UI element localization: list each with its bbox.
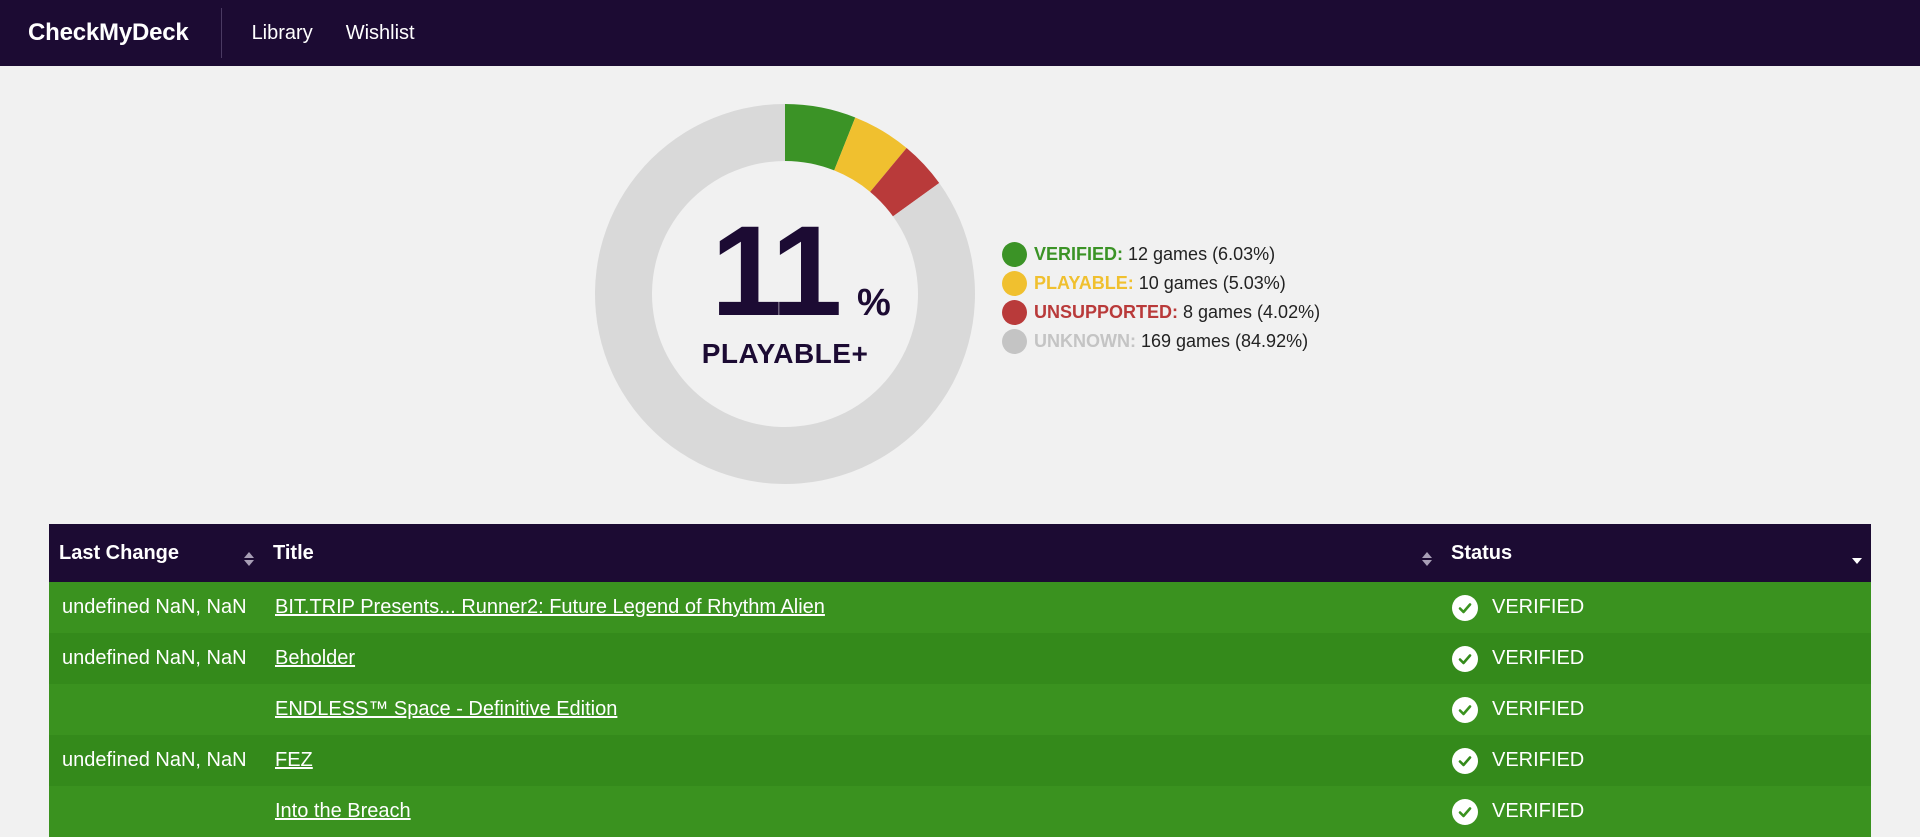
title-cell: ENDLESS™ Space - Definitive Edition bbox=[263, 684, 1441, 735]
legend-value-verified: 12 games (6.03%) bbox=[1128, 244, 1276, 264]
nav-link-wishlist[interactable]: Wishlist bbox=[346, 22, 415, 45]
legend-item-unknown: UNKNOWN: 169 games (84.92%) bbox=[1002, 327, 1320, 356]
title-cell: Into the Breach bbox=[263, 786, 1441, 837]
legend-value-unknown: 169 games (84.92%) bbox=[1140, 331, 1309, 351]
chart-legend: VERIFIED: 12 games (6.03%) PLAYABLE: 10 … bbox=[1002, 240, 1320, 356]
table-row: ENDLESS™ Space - Definitive Edition VERI… bbox=[49, 684, 1871, 735]
table-row: undefined NaN, NaN FEZ VERIFIED bbox=[49, 735, 1871, 786]
legend-item-verified: VERIFIED: 12 games (6.03%) bbox=[1002, 240, 1320, 269]
game-title-link[interactable]: FEZ bbox=[275, 749, 313, 771]
status-label: VERIFIED bbox=[1492, 749, 1585, 771]
status-cell: VERIFIED bbox=[1441, 735, 1871, 786]
legend-label-unsupported: UNSUPPORTED: bbox=[1034, 302, 1179, 322]
legend-dot-unsupported bbox=[1002, 300, 1027, 325]
verified-check-icon bbox=[1452, 645, 1478, 672]
compatibility-summary: 11 % PLAYABLE+ bbox=[595, 104, 975, 484]
top-navbar: CheckMyDeck Library Wishlist bbox=[0, 0, 1920, 66]
legend-value-unsupported: 8 games (4.02%) bbox=[1183, 302, 1321, 322]
game-title-link[interactable]: Into the Breach bbox=[275, 800, 411, 822]
last-change-cell: undefined NaN, NaN bbox=[62, 647, 247, 669]
legend-value-playable: 10 games (5.03%) bbox=[1138, 273, 1286, 293]
table-row: undefined NaN, NaN Beholder VERIFIED bbox=[49, 633, 1871, 684]
legend-dot-verified bbox=[1002, 242, 1027, 267]
last-change-cell: undefined NaN, NaN bbox=[62, 596, 247, 618]
brand-logo[interactable]: CheckMyDeck bbox=[28, 19, 189, 47]
status-label: VERIFIED bbox=[1492, 647, 1585, 669]
title-cell: FEZ bbox=[263, 735, 1441, 786]
sort-descending-icon[interactable] bbox=[1851, 550, 1863, 568]
status-label: VERIFIED bbox=[1492, 596, 1585, 618]
status-cell: VERIFIED bbox=[1441, 582, 1871, 633]
legend-item-playable: PLAYABLE: 10 games (5.03%) bbox=[1002, 269, 1320, 298]
column-header-label: Status bbox=[1451, 541, 1513, 564]
nav-link-library[interactable]: Library bbox=[252, 22, 313, 45]
legend-dot-playable bbox=[1002, 271, 1027, 296]
legend-label-playable: PLAYABLE: bbox=[1034, 273, 1134, 293]
last-change-cell bbox=[49, 786, 263, 837]
column-header-label: Title bbox=[273, 541, 314, 564]
last-change-cell: undefined NaN, NaN bbox=[62, 749, 247, 771]
table-row: Into the Breach VERIFIED bbox=[49, 786, 1871, 837]
legend-item-unsupported: UNSUPPORTED: 8 games (4.02%) bbox=[1002, 298, 1320, 327]
verified-check-icon bbox=[1452, 594, 1478, 621]
table-header-row: Last Change Title Status bbox=[49, 524, 1871, 582]
compatibility-donut-chart bbox=[595, 104, 975, 484]
table-row: undefined NaN, NaN BIT.TRIP Presents... … bbox=[49, 582, 1871, 633]
verified-check-icon bbox=[1452, 747, 1478, 774]
verified-check-icon bbox=[1452, 798, 1478, 825]
status-label: VERIFIED bbox=[1492, 698, 1585, 720]
status-cell: VERIFIED bbox=[1441, 684, 1871, 735]
sort-both-icon[interactable] bbox=[243, 550, 255, 568]
legend-label-verified: VERIFIED: bbox=[1034, 244, 1124, 264]
status-cell: VERIFIED bbox=[1441, 786, 1871, 837]
sort-both-icon[interactable] bbox=[1421, 550, 1433, 568]
column-header-last-change[interactable]: Last Change bbox=[49, 524, 263, 582]
verified-check-icon bbox=[1452, 696, 1478, 723]
title-cell: BIT.TRIP Presents... Runner2: Future Leg… bbox=[263, 582, 1441, 633]
legend-dot-unknown bbox=[1002, 329, 1027, 354]
column-header-label: Last Change bbox=[59, 541, 180, 564]
last-change-cell bbox=[49, 684, 263, 735]
legend-label-unknown: UNKNOWN: bbox=[1034, 331, 1136, 351]
status-cell: VERIFIED bbox=[1441, 633, 1871, 684]
game-title-link[interactable]: BIT.TRIP Presents... Runner2: Future Leg… bbox=[275, 596, 825, 618]
game-title-link[interactable]: ENDLESS™ Space - Definitive Edition bbox=[275, 698, 617, 720]
games-table: Last Change Title Status undefined NaN, bbox=[49, 524, 1871, 837]
game-title-link[interactable]: Beholder bbox=[275, 647, 355, 669]
nav-divider bbox=[220, 8, 222, 58]
column-header-status[interactable]: Status bbox=[1441, 524, 1871, 582]
title-cell: Beholder bbox=[263, 633, 1441, 684]
column-header-title[interactable]: Title bbox=[263, 524, 1441, 582]
status-label: VERIFIED bbox=[1492, 800, 1585, 822]
